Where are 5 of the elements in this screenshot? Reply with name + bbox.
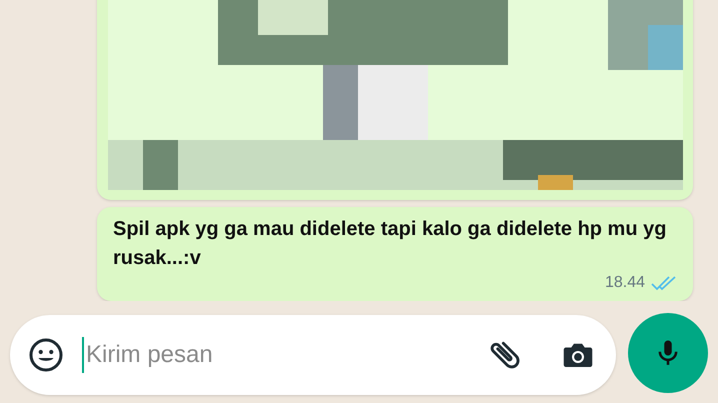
message-time: 18.44 (604, 273, 645, 293)
emoji-icon[interactable] (28, 337, 64, 373)
message-text: Spil apk yg ga mau didelete tapi kalo ga didelete hp mu yg rusak...:v (113, 217, 668, 271)
message-input[interactable]: Kirim pesan (10, 315, 616, 395)
input-field[interactable]: Kirim pesan (86, 337, 486, 373)
